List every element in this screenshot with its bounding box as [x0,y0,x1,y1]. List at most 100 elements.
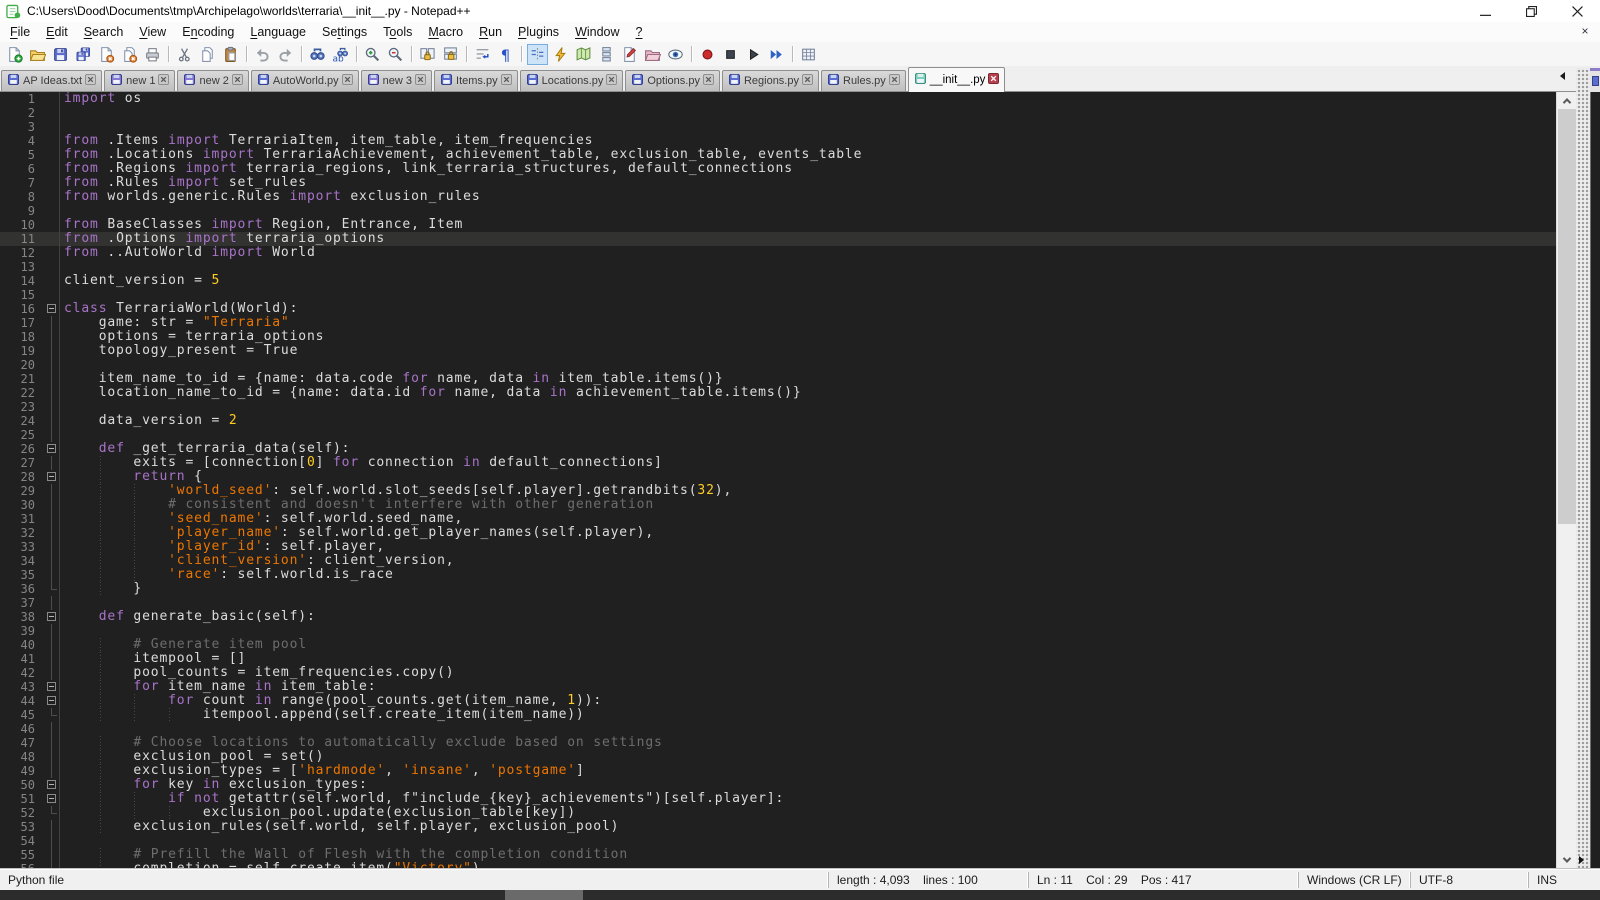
menu-search[interactable]: Search [76,24,132,40]
code-line-14[interactable]: 14client_version = 5 [0,274,1556,288]
code-line-4[interactable]: 4from .Items import TerrariaItem, item_t… [0,134,1556,148]
code-text[interactable]: exclusion_rules(self.world, self.player,… [60,820,619,834]
tab-new-3[interactable]: new 3 [361,70,432,91]
indent-guide-icon[interactable] [527,44,548,65]
secondary-view-tab[interactable] [1590,68,1600,92]
scroll-down-arrow[interactable] [1557,851,1577,868]
code-line-11[interactable]: 11from .Options import terraria_options [0,232,1556,246]
code-line-23[interactable]: 23 [0,400,1556,414]
menu-run[interactable]: Run [471,24,510,40]
code-line-53[interactable]: 53 exclusion_rules(self.world, self.play… [0,820,1556,834]
code-line-37[interactable]: 37 [0,596,1556,610]
code-text[interactable]: return { [60,470,203,484]
zoom-out-icon[interactable] [385,44,406,65]
edit-script-icon[interactable] [619,44,640,65]
code-line-12[interactable]: 12from ..AutoWorld import World [0,246,1556,260]
tab-close-icon[interactable] [802,74,813,88]
menu-help[interactable]: ? [628,24,651,40]
tab-close-icon[interactable] [232,74,243,88]
code-text[interactable]: class TerrariaWorld(World): [60,302,298,316]
code-text[interactable] [60,260,64,274]
scroll-up-arrow[interactable] [1557,92,1577,109]
code-text[interactable] [60,106,64,120]
code-text[interactable]: for item_name in item_table: [60,680,376,694]
tab-scroll-left-icon[interactable] [1560,72,1565,80]
sync-scroll-vertical-icon[interactable] [417,44,438,65]
find-icon[interactable] [307,44,328,65]
code-text[interactable]: options = terraria_options [60,330,324,344]
cut-icon[interactable] [174,44,195,65]
code-line-55[interactable]: 55 # Prefill the Wall of Flesh with the … [0,848,1556,862]
code-line-45[interactable]: 45 itempool.append(self.create_item(item… [0,708,1556,722]
code-line-26[interactable]: 26 def _get_terraria_data(self): [0,442,1556,456]
code-text[interactable]: 'seed_name': self.world.seed_name, [60,512,463,526]
code-text[interactable]: from BaseClasses import Region, Entrance… [60,218,463,232]
code-line-36[interactable]: 36 } [0,582,1556,596]
code-line-24[interactable]: 24 data_version = 2 [0,414,1556,428]
code-text[interactable]: # consistent and doesn't interfere with … [60,498,654,512]
code-text[interactable]: from .Options import terraria_options [60,232,385,246]
code-line-33[interactable]: 33 'player_id': self.player, [0,540,1556,554]
code-line-8[interactable]: 8from worlds.generic.Rules import exclus… [0,190,1556,204]
tab-init-py[interactable]: __init__.py [908,67,1006,92]
code-text[interactable]: location_name_to_id = {name: data.id for… [60,386,802,400]
code-line-50[interactable]: 50 for key in exclusion_types: [0,778,1556,792]
code-line-29[interactable]: 29 'world_seed': self.world.slot_seeds[s… [0,484,1556,498]
code-text[interactable] [60,358,64,372]
menu-file[interactable]: File [2,24,38,40]
project-panel-icon[interactable] [642,44,663,65]
word-wrap-icon[interactable] [472,44,493,65]
code-text[interactable]: from .Locations import TerrariaAchieveme… [60,148,862,162]
save-icon[interactable] [50,44,71,65]
code-text[interactable]: for key in exclusion_types: [60,778,368,792]
menu-window[interactable]: Window [567,24,627,40]
code-text[interactable]: 'client_version': client_version, [60,554,454,568]
menu-tools[interactable]: Tools [375,24,420,40]
code-line-31[interactable]: 31 'seed_name': self.world.seed_name, [0,512,1556,526]
code-text[interactable] [60,834,64,848]
code-line-10[interactable]: 10from BaseClasses import Region, Entran… [0,218,1556,232]
code-text[interactable] [60,400,64,414]
code-text[interactable]: # Choose locations to automatically excl… [60,736,663,750]
macro-stop-icon[interactable] [720,44,741,65]
code-line-13[interactable]: 13 [0,260,1556,274]
save-all-icon[interactable] [73,44,94,65]
view-monitor-icon[interactable] [665,44,686,65]
fold-margin[interactable] [44,778,60,792]
code-line-20[interactable]: 20 [0,358,1556,372]
code-line-25[interactable]: 25 [0,428,1556,442]
fold-margin[interactable] [44,792,60,806]
pane-scroll-right-icon[interactable] [1579,856,1584,864]
code-line-32[interactable]: 32 'player_name': self.world.get_player_… [0,526,1556,540]
code-editor[interactable]: 1import os234from .Items import Terraria… [0,92,1556,868]
code-text[interactable]: def generate_basic(self): [60,610,316,624]
code-line-40[interactable]: 40 # Generate item pool [0,638,1556,652]
code-text[interactable] [60,120,64,134]
menu-encoding[interactable]: Encoding [174,24,242,40]
code-line-17[interactable]: 17 game: str = "Terraria" [0,316,1556,330]
code-text[interactable] [60,596,64,610]
tab-new-2[interactable]: new 2 [177,70,248,91]
code-line-6[interactable]: 6from .Regions import terraria_regions, … [0,162,1556,176]
tab-close-icon[interactable] [889,74,900,88]
code-text[interactable]: pool_counts = item_frequencies.copy() [60,666,454,680]
document-list-icon[interactable] [596,44,617,65]
menu-edit[interactable]: Edit [38,24,76,40]
tab-items-py[interactable]: Items.py [434,70,518,91]
menu-settings[interactable]: Settings [314,24,375,40]
tab-close-icon[interactable] [415,74,426,88]
tab-close-icon[interactable] [703,74,714,88]
menubar-close-icon[interactable]: × [1578,24,1592,38]
close-all-icon[interactable] [119,44,140,65]
code-text[interactable]: itempool = [] [60,652,246,666]
code-text[interactable]: from worlds.generic.Rules import exclusi… [60,190,481,204]
fold-margin[interactable] [44,442,60,456]
tab-close-icon[interactable] [501,74,512,88]
code-text[interactable]: data_version = 2 [60,414,238,428]
code-text[interactable]: exits = [connection[0] for connection in… [60,456,663,470]
code-text[interactable]: exclusion_types = ['hardmode', 'insane',… [60,764,585,778]
code-text[interactable]: import os [60,92,142,106]
print-icon[interactable] [142,44,163,65]
code-text[interactable]: itempool.append(self.create_item(item_na… [60,708,585,722]
menu-plugins[interactable]: Plugins [510,24,567,40]
